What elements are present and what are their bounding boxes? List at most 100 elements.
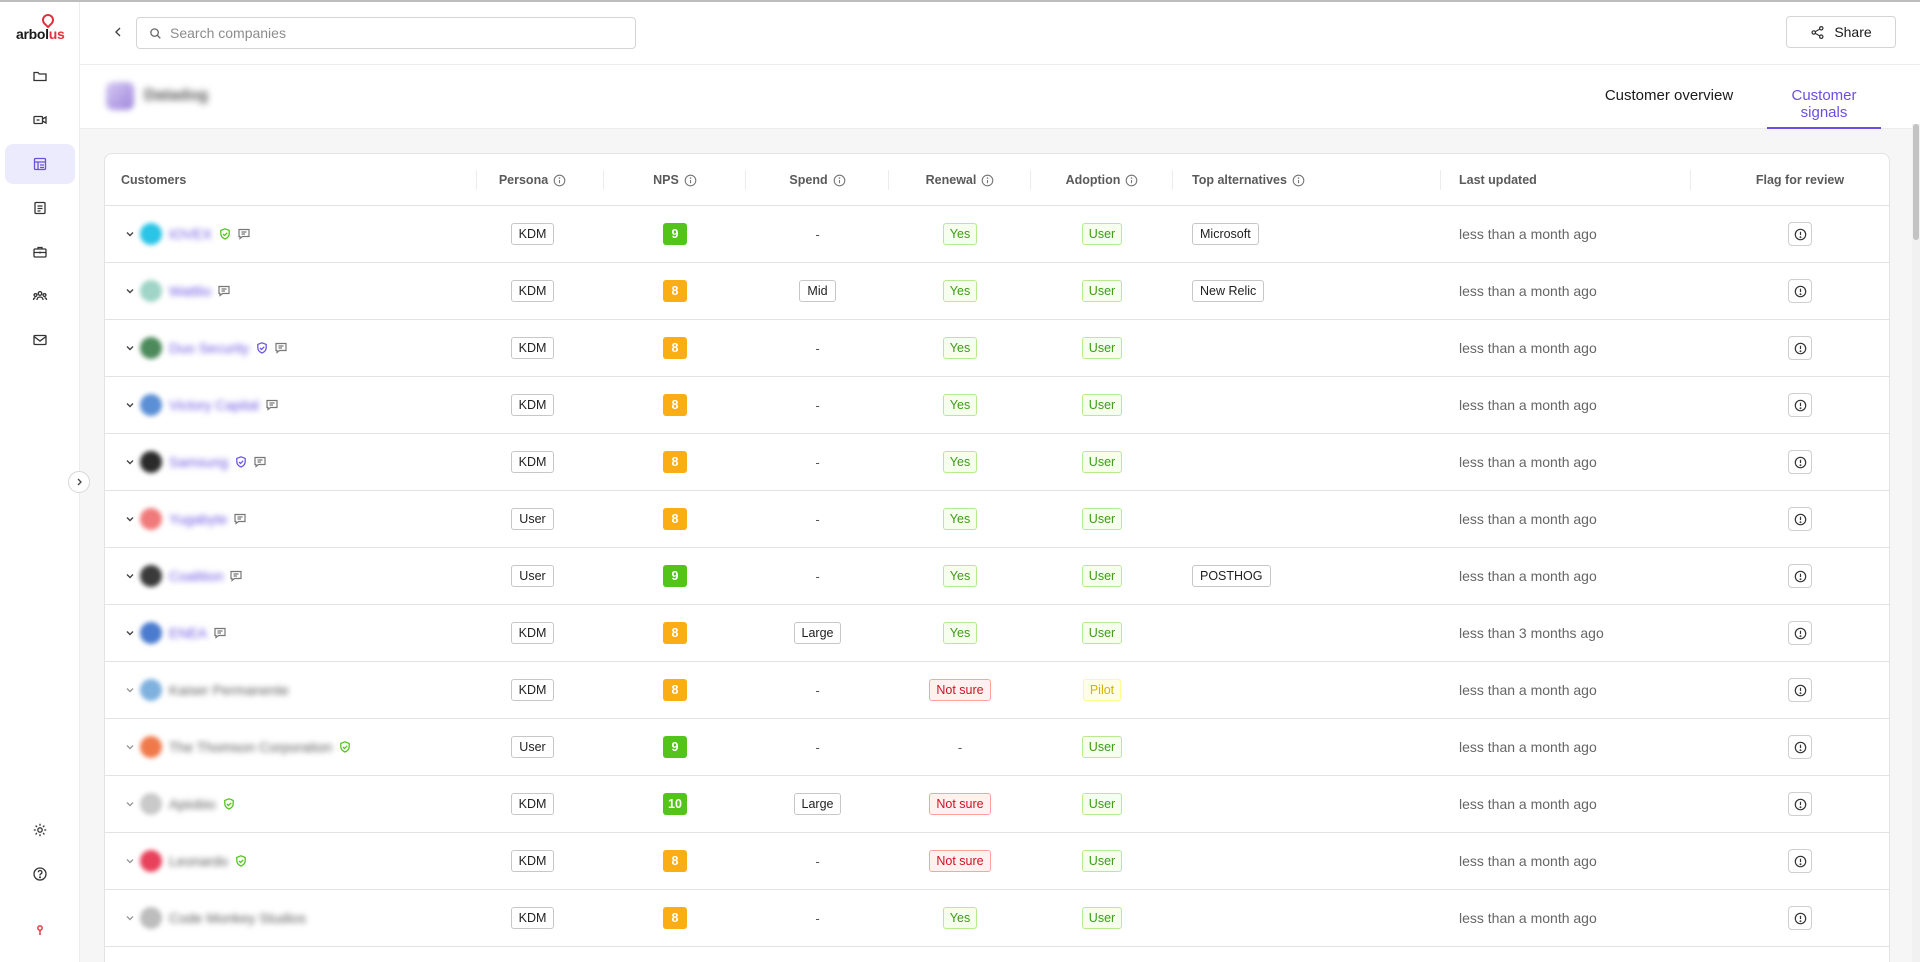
sidebar-item-documents[interactable] — [5, 188, 75, 228]
flag-for-review-button[interactable] — [1788, 393, 1812, 417]
customer-name[interactable]: Samsung — [169, 454, 228, 470]
chevron-down-icon[interactable] — [124, 684, 136, 696]
flag-for-review-button[interactable] — [1788, 336, 1812, 360]
flag-for-review-button[interactable] — [1788, 621, 1812, 645]
nps-cell: 8 — [604, 890, 746, 946]
arbolus-logo[interactable]: arbolus — [14, 11, 66, 42]
flag-for-review-button[interactable] — [1788, 792, 1812, 816]
chevron-down-icon[interactable] — [124, 798, 136, 810]
chevron-down-icon[interactable] — [124, 342, 136, 354]
info-icon[interactable] — [833, 174, 846, 187]
chevron-down-icon[interactable] — [124, 399, 136, 411]
chevron-down-icon[interactable] — [124, 741, 136, 753]
flag-for-review-button[interactable] — [1788, 678, 1812, 702]
flag-for-review-button[interactable] — [1788, 849, 1812, 873]
sidebar-item-help[interactable] — [5, 854, 75, 894]
tab-customer-overview[interactable]: Customer overview — [1589, 87, 1749, 129]
renewal-cell: Yes — [889, 605, 1031, 661]
renewal-cell: Not sure — [889, 776, 1031, 832]
table-row[interactable]: IOVEX KDM 9 - Yes User Microsoft less th… — [105, 206, 1889, 263]
comment-icon[interactable] — [237, 227, 251, 241]
chevron-down-icon[interactable] — [124, 855, 136, 867]
info-icon[interactable] — [553, 174, 566, 187]
expand-sidebar-button[interactable] — [68, 471, 90, 493]
company-header: Datadog Customer overview Customer signa… — [80, 65, 1920, 130]
chevron-right-icon — [77, 478, 82, 486]
info-icon[interactable] — [1292, 174, 1305, 187]
table-row[interactable]: Kaiser Permanente KDM 8 - Not sure Pilot… — [105, 662, 1889, 719]
search-box[interactable] — [136, 17, 636, 49]
comment-icon[interactable] — [229, 569, 243, 583]
comment-icon[interactable] — [253, 455, 267, 469]
sidebar-item-portfolio[interactable] — [5, 232, 75, 272]
customer-name[interactable]: Wattlio — [169, 283, 211, 299]
alternatives-cell: POSTHOG — [1192, 548, 1441, 604]
chevron-down-icon[interactable] — [124, 228, 136, 240]
sidebar-item-experts[interactable] — [5, 276, 75, 316]
comment-icon[interactable] — [217, 284, 231, 298]
info-icon[interactable] — [981, 174, 994, 187]
customer-cell: Kaiser Permanente — [105, 662, 461, 718]
persona-cell: KDM — [461, 377, 604, 433]
folder-icon — [33, 71, 47, 82]
sidebar-item-profile[interactable] — [5, 910, 75, 950]
chevron-down-icon[interactable] — [124, 627, 136, 639]
comment-icon[interactable] — [265, 398, 279, 412]
sidebar-item-calls[interactable] — [5, 100, 75, 140]
table-row[interactable]: Apiobio KDM 10 Large Not sure User less … — [105, 776, 1889, 833]
table-row[interactable]: ENEA KDM 8 Large Yes User less than 3 mo… — [105, 605, 1889, 662]
table-row[interactable]: The Thomson Corporation User 9 - - User … — [105, 719, 1889, 776]
customer-name[interactable]: IOVEX — [169, 226, 212, 242]
chevron-down-icon[interactable] — [124, 456, 136, 468]
chevron-down-icon[interactable] — [124, 513, 136, 525]
chevron-down-icon[interactable] — [124, 285, 136, 297]
customer-cell: ENEA — [105, 605, 461, 661]
table-row[interactable]: Leonardo KDM 8 - Not sure User less than… — [105, 833, 1889, 890]
customer-name[interactable]: Victory Capital — [169, 397, 259, 413]
flag-for-review-button[interactable] — [1788, 906, 1812, 930]
tab-customer-signals[interactable]: Customer signals — [1767, 87, 1881, 129]
customer-cell: The Thomson Corporation — [105, 719, 461, 775]
customer-name[interactable]: Yugabyte — [169, 511, 227, 527]
info-icon[interactable] — [1125, 174, 1138, 187]
chevron-down-icon[interactable] — [124, 912, 136, 924]
sidebar-item-canopy[interactable] — [5, 144, 75, 184]
comment-icon[interactable] — [213, 626, 227, 640]
customer-name[interactable]: ENEA — [169, 625, 207, 641]
persona-cell: User — [461, 719, 604, 775]
customer-name[interactable]: Duo Security — [169, 340, 249, 356]
table-row[interactable]: Wattlio KDM 8 Mid Yes User New Relic les… — [105, 263, 1889, 320]
page-scrollbar[interactable] — [1912, 124, 1920, 962]
flag-cell — [1709, 548, 1889, 604]
flag-for-review-button[interactable] — [1788, 279, 1812, 303]
verified-shield-icon — [236, 456, 247, 468]
adoption-badge: User — [1081, 508, 1123, 530]
table-row[interactable]: Duo Security KDM 8 - Yes User less than … — [105, 320, 1889, 377]
flag-for-review-button[interactable] — [1788, 507, 1812, 531]
flag-for-review-button[interactable] — [1788, 222, 1812, 246]
customer-avatar — [140, 793, 162, 815]
table-row[interactable]: Yugabyte User 8 - Yes User less than a m… — [105, 491, 1889, 548]
table-row[interactable]: Code Monkey Studios KDM 8 - Yes User les… — [105, 890, 1889, 947]
customer-name[interactable]: Coalition — [169, 568, 223, 584]
share-button[interactable]: Share — [1786, 16, 1896, 48]
main-content: Customers Persona NPS Spend Renewal Adop… — [80, 129, 1912, 962]
info-icon[interactable] — [684, 174, 697, 187]
flag-for-review-button[interactable] — [1788, 450, 1812, 474]
video-icon — [33, 115, 47, 125]
table-row[interactable]: Victory Capital KDM 8 - Yes User less th… — [105, 377, 1889, 434]
sidebar-item-inbox[interactable] — [5, 320, 75, 360]
comment-icon[interactable] — [233, 512, 247, 526]
people-icon — [32, 291, 48, 301]
search-input[interactable] — [170, 25, 610, 41]
table-row[interactable]: Coalition User 9 - Yes User POSTHOG less… — [105, 548, 1889, 605]
sidebar-item-settings[interactable] — [5, 810, 75, 850]
comment-icon[interactable] — [274, 341, 288, 355]
sidebar-item-projects[interactable] — [5, 56, 75, 96]
chevron-down-icon[interactable] — [124, 570, 136, 582]
back-arrow-icon[interactable] — [110, 24, 126, 40]
table-row[interactable]: Samsung KDM 8 - Yes User less than a mon… — [105, 434, 1889, 491]
scrollbar-thumb[interactable] — [1913, 124, 1919, 240]
flag-for-review-button[interactable] — [1788, 564, 1812, 588]
flag-for-review-button[interactable] — [1788, 735, 1812, 759]
